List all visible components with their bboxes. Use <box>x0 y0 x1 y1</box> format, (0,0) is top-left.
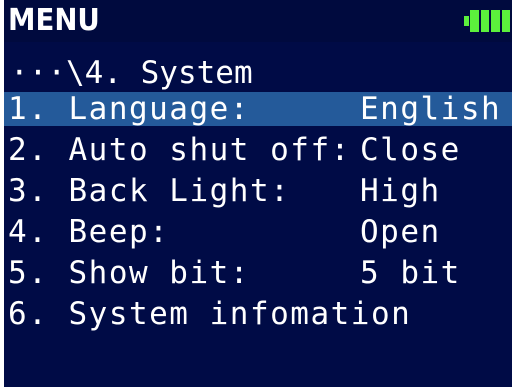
menu-item-label: 3. Back Light: <box>8 173 291 209</box>
menu-item-label: 6. System infomation <box>8 296 412 332</box>
menu-item-label: 1. Language: <box>8 91 250 127</box>
battery-icon <box>464 10 510 32</box>
menu-item-system-information[interactable]: 6. System infomation <box>4 297 512 331</box>
menu-item-back-light[interactable]: 3. Back Light: High <box>4 174 512 208</box>
device-screen: MENU ···\4. System 1. Language: English … <box>4 0 512 387</box>
menu-item-show-bit[interactable]: 5. Show bit: 5 bit <box>4 256 512 290</box>
menu-item-value: Close <box>360 132 461 168</box>
header-bar: MENU <box>4 0 512 42</box>
menu-item-value: English <box>360 91 502 127</box>
battery-cell <box>491 10 500 32</box>
menu-item-value: 5 bit <box>360 255 461 291</box>
menu-item-label: 4. Beep: <box>8 214 170 250</box>
menu-item-label: 2. Auto shut off: <box>8 132 351 168</box>
menu-item-label: 5. Show bit: <box>8 255 250 291</box>
battery-cell <box>470 10 479 32</box>
battery-cell <box>480 10 489 32</box>
settings-menu: 1. Language: English 2. Auto shut off: C… <box>4 92 512 338</box>
breadcrumb: ···\4. System <box>10 55 253 91</box>
battery-cell <box>501 10 510 32</box>
menu-item-language[interactable]: 1. Language: English <box>4 92 512 126</box>
page-title: MENU <box>8 3 100 38</box>
menu-item-value: High <box>360 173 441 209</box>
menu-item-auto-shut-off[interactable]: 2. Auto shut off: Close <box>4 133 512 167</box>
battery-terminal <box>464 16 469 26</box>
menu-item-beep[interactable]: 4. Beep: Open <box>4 215 512 249</box>
battery-level <box>470 10 510 32</box>
menu-item-value: Open <box>360 214 441 250</box>
